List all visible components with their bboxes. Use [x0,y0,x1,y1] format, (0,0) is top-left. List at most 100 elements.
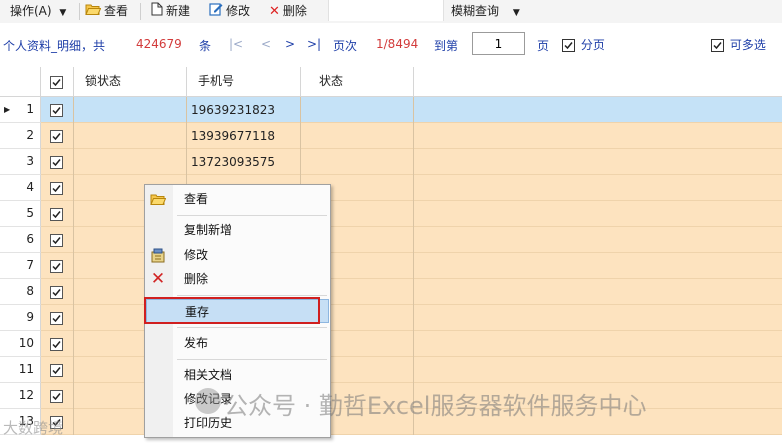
row-number: 6 [0,227,41,253]
multi-select-checkbox[interactable]: 可多选 [711,36,766,53]
fuzzy-query-dropdown[interactable]: 模糊查询 ▼ [451,0,520,23]
lock-status-cell[interactable] [74,123,187,149]
goto-page-input[interactable] [472,32,525,55]
select-all-checkbox[interactable] [41,67,74,96]
watermark-text: 公众号 · 勤哲Excel服务器软件服务中心 [224,392,647,420]
table-row[interactable]: 4 [0,175,782,201]
checkbox-checked-icon [50,208,63,221]
column-header-status[interactable]: 状态 [301,67,414,96]
row-checkbox[interactable] [41,253,74,279]
view-button[interactable]: 查看 [85,0,128,23]
goto-unit: 页 [537,39,550,53]
operations-label: 操作(A) [10,4,52,18]
row-checkbox[interactable] [41,305,74,331]
table-row[interactable]: 3 13723093575 [0,149,782,175]
highlight-box [144,297,320,324]
menu-separator [177,359,327,360]
delete-button[interactable]: ✕ 删除 [269,0,307,23]
menu-separator [177,215,327,216]
checkbox-checked-icon [50,76,63,89]
last-page-button[interactable]: >| [307,37,321,51]
phone-cell[interactable]: 13939677118 [187,123,301,149]
new-document-icon [151,1,163,23]
lock-status-cell[interactable] [74,149,187,175]
checkbox-checked-icon [50,390,63,403]
row-checkbox[interactable] [41,279,74,305]
table-row[interactable]: 8 [0,279,782,305]
row-checkbox[interactable] [41,357,74,383]
table-row[interactable]: 11 [0,357,782,383]
menu-item-view[interactable]: 查看 [145,187,330,211]
search-box[interactable] [328,0,444,21]
row-number-label: 2 [26,128,34,142]
menu-item-edit[interactable]: 修改 [145,243,330,267]
lock-status-cell[interactable] [74,97,187,123]
status-cell[interactable] [301,97,414,123]
row-checkbox[interactable] [41,97,74,123]
toolbar: 操作(A) ▼ 查看 新建 修改 ✕ 删除 模糊查询 ▼ [0,0,782,24]
checkbox-checked-icon [50,234,63,247]
row-number-label: 3 [26,154,34,168]
row-number-label: 8 [26,284,34,298]
row-checkbox[interactable] [41,227,74,253]
menu-separator [177,327,327,328]
record-title: 个人资料_明细，共 [3,39,106,53]
operations-menu[interactable]: 操作(A) ▼ [10,0,66,23]
row-number: 8 [0,279,41,305]
checkbox-checked-icon [50,286,63,299]
menu-item-delete[interactable]: ✕ 删除 [145,267,330,291]
goto-label: 到第 [434,39,459,53]
menu-label: 相关文档 [184,368,233,382]
page-indicator: 1/8494 [376,37,419,51]
row-checkbox[interactable] [41,149,74,175]
paging-checkbox[interactable]: 分页 [562,36,605,53]
table-row[interactable]: 7 [0,253,782,279]
wechat-logo-icon [195,388,221,414]
row-number: ▶ 1 [0,97,41,123]
row-checkbox[interactable] [41,201,74,227]
table-row[interactable]: 10 [0,331,782,357]
menu-item-copy-new[interactable]: 复制新增 [145,218,330,242]
row-number-label: 4 [26,180,34,194]
menu-item-related-docs[interactable]: 相关文档 [145,363,330,387]
dropdown-arrow-icon: ▼ [59,8,67,18]
table-row[interactable]: 2 13939677118 [0,123,782,149]
toolbar-divider [140,3,141,20]
row-number-header [0,67,41,96]
row-checkbox[interactable] [41,383,74,409]
edit-button[interactable]: 修改 [209,0,250,23]
table-row[interactable]: 9 [0,305,782,331]
menu-label: 查看 [184,192,209,206]
column-header-phone[interactable]: 手机号 [187,67,301,96]
table-row[interactable]: 6 [0,227,782,253]
close-x-icon: ✕ [269,3,280,19]
checkbox-checked-icon [50,260,63,273]
prev-page-button[interactable]: < [261,37,271,51]
column-header-lock-status[interactable]: 锁状态 [74,67,187,96]
status-cell[interactable] [301,149,414,175]
menu-item-publish[interactable]: 发布 [145,331,330,355]
row-checkbox[interactable] [41,175,74,201]
new-button[interactable]: 新建 [151,0,190,23]
dropdown-arrow-icon: ▼ [512,8,520,18]
checkbox-checked-icon [50,156,63,169]
table-row[interactable]: 5 [0,201,782,227]
folder-open-icon [85,1,102,23]
first-page-button[interactable]: |< [229,37,243,51]
checkbox-checked-icon [50,182,63,195]
grid-header: 锁状态 手机号 状态 [0,67,782,97]
row-number: 7 [0,253,41,279]
table-row[interactable]: ▶ 1 19639231823 [0,97,782,123]
pagination-bar: 个人资料_明细，共 424679 条 |< < > >| 页次 1/8494 到… [0,23,782,67]
status-cell[interactable] [301,123,414,149]
row-checkbox[interactable] [41,123,74,149]
phone-cell[interactable]: 13723093575 [187,149,301,175]
phone-cell[interactable]: 19639231823 [187,97,301,123]
checkbox-checked-icon [50,312,63,325]
delete-x-icon: ✕ [150,269,166,289]
row-number-label: 10 [18,336,34,350]
view-label: 查看 [104,4,129,18]
row-checkbox[interactable] [41,331,74,357]
row-number: 9 [0,305,41,331]
next-page-button[interactable]: > [285,37,295,51]
